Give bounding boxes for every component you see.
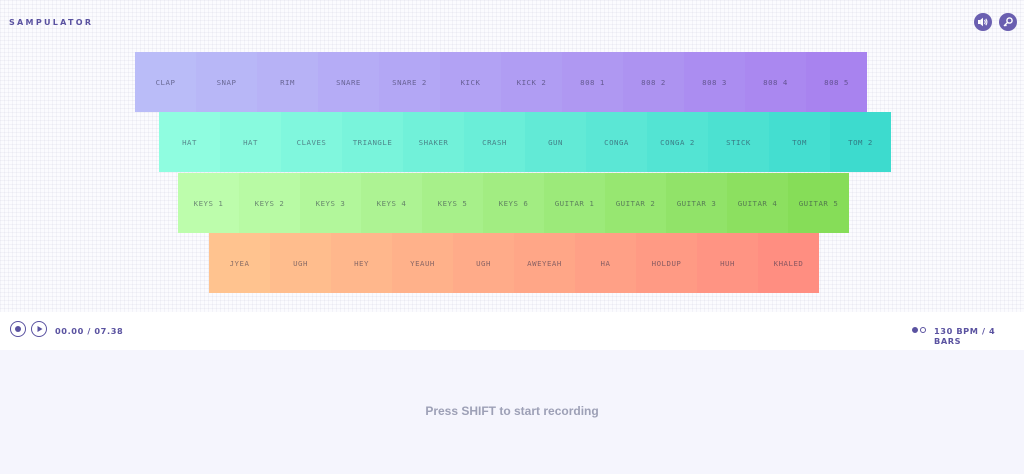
sample-pad[interactable]: JYEA — [209, 233, 270, 293]
sample-pad[interactable]: 808 1 — [562, 52, 623, 112]
sample-pad[interactable]: HOLDUP — [636, 233, 697, 293]
sample-pad[interactable]: UGH — [270, 233, 331, 293]
sample-pad[interactable]: STICK — [708, 112, 769, 172]
sample-pad[interactable]: HUH — [697, 233, 758, 293]
record-button[interactable] — [10, 321, 26, 337]
pad-row-vocals: JYEA UGH HEY YEAUH UGH AWEYEAH HA HOLDUP HUH KHAL… — [209, 233, 819, 293]
sample-pad[interactable]: CONGA — [586, 112, 647, 172]
sound-button[interactable] — [974, 13, 992, 31]
sample-pad[interactable]: GUITAR 5 — [788, 173, 849, 233]
tempo-readout[interactable]: 130 BPM / 4 BARS — [934, 326, 1024, 346]
sample-pad[interactable]: HA — [575, 233, 636, 293]
sample-pad[interactable]: CONGA 2 — [647, 112, 708, 172]
play-icon — [37, 326, 42, 332]
sample-pad[interactable]: HAT — [220, 112, 281, 172]
sound-icon — [978, 17, 988, 27]
sample-pad[interactable]: HEY — [331, 233, 392, 293]
key-icon — [1003, 17, 1013, 27]
sample-pad[interactable]: RIM — [257, 52, 318, 112]
sample-pad[interactable]: KEYS 4 — [361, 173, 422, 233]
playback-time: 00.00 / 07.38 — [55, 326, 124, 336]
pad-row-instruments: KEYS 1 KEYS 2 KEYS 3 KEYS 4 KEYS 5 KEYS 6 GUIT… — [178, 173, 849, 233]
sample-pad[interactable]: AWEYEAH — [514, 233, 575, 293]
pad-row-percussion: HAT HAT CLAVES TRIANGLE SHAKER CRASH GUN CONGA C… — [159, 112, 891, 172]
sample-pad[interactable]: TOM 2 — [830, 112, 891, 172]
sample-pad[interactable]: KICK 2 — [501, 52, 562, 112]
sample-pad[interactable]: TOM — [769, 112, 830, 172]
sample-pad[interactable]: 808 3 — [684, 52, 745, 112]
sample-pad[interactable]: KEYS 5 — [422, 173, 483, 233]
sample-pad[interactable]: 808 4 — [745, 52, 806, 112]
sample-pad[interactable]: GUITAR 2 — [605, 173, 666, 233]
pad-row-drums: CLAP SNAP RIM SNARE SNARE 2 KICK KICK 2 808 1 80… — [135, 52, 867, 112]
sample-pad[interactable]: CLAP — [135, 52, 196, 112]
record-icon — [15, 326, 21, 332]
sample-pad[interactable]: SHAKER — [403, 112, 464, 172]
transport-bar: 00.00 / 07.38 130 BPM / 4 BARS — [0, 312, 1024, 350]
bars-page-dot-1[interactable] — [912, 327, 918, 333]
play-button[interactable] — [31, 321, 47, 337]
sample-pad[interactable]: KEYS 2 — [239, 173, 300, 233]
sample-pad[interactable]: UGH — [453, 233, 514, 293]
sample-pad[interactable]: 808 2 — [623, 52, 684, 112]
sample-pad[interactable]: HAT — [159, 112, 220, 172]
sample-pad[interactable]: GUITAR 4 — [727, 173, 788, 233]
sample-pad[interactable]: CLAVES — [281, 112, 342, 172]
sample-pad[interactable]: KICK — [440, 52, 501, 112]
sample-pad[interactable]: SNAP — [196, 52, 257, 112]
app-logo: SAMPULATOR — [9, 18, 94, 27]
bars-page-indicator — [912, 327, 926, 333]
sample-pad[interactable]: GUITAR 1 — [544, 173, 605, 233]
sample-pad[interactable]: GUITAR 3 — [666, 173, 727, 233]
sample-pad[interactable]: SNARE — [318, 52, 379, 112]
recording-hint: Press SHIFT to start recording — [425, 404, 599, 418]
recording-area: Press SHIFT to start recording — [0, 350, 1024, 474]
sample-pad[interactable]: TRIANGLE — [342, 112, 403, 172]
key-button[interactable] — [999, 13, 1017, 31]
sampler-stage: SAMPULATOR CLAP SNAP RIM SNARE SNARE 2 KICK KI… — [0, 0, 1024, 312]
sample-pad[interactable]: CRASH — [464, 112, 525, 172]
sample-pad[interactable]: KHALED — [758, 233, 819, 293]
sample-pad[interactable]: YEAUH — [392, 233, 453, 293]
bars-page-dot-2[interactable] — [920, 327, 926, 333]
sample-pad[interactable]: KEYS 6 — [483, 173, 544, 233]
sample-pad[interactable]: KEYS 1 — [178, 173, 239, 233]
sample-pad[interactable]: 808 5 — [806, 52, 867, 112]
sample-pad[interactable]: GUN — [525, 112, 586, 172]
sample-pad[interactable]: KEYS 3 — [300, 173, 361, 233]
sample-pad[interactable]: SNARE 2 — [379, 52, 440, 112]
